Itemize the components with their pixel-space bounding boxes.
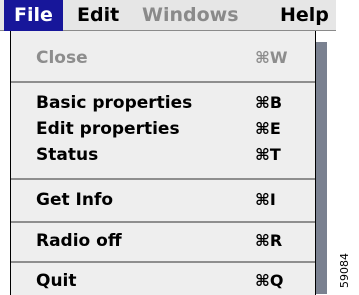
- menu-file[interactable]: File: [4, 0, 63, 31]
- menu-item-basic-properties[interactable]: Basic properties ⌘B: [11, 89, 315, 117]
- menu-edit[interactable]: Edit: [77, 0, 119, 31]
- menu-item-label: Edit properties: [36, 119, 180, 139]
- menu-item-label: Radio off: [36, 231, 122, 251]
- menu-item-shortcut: ⌘B: [255, 93, 283, 112]
- figure-number-text: 59084: [338, 253, 351, 288]
- menu-item-shortcut: ⌘Q: [255, 271, 284, 290]
- menu-item-label: Status: [36, 145, 99, 165]
- menu-item-label: Basic properties: [36, 93, 193, 113]
- menu-windows[interactable]: Windows: [142, 0, 239, 31]
- file-menu-dropdown: Close ⌘W Basic properties ⌘B Edit proper…: [10, 31, 316, 295]
- menu-item-shortcut: ⌘W: [255, 48, 288, 67]
- menu-item-shortcut: ⌘I: [255, 190, 276, 209]
- menu-item-shortcut: ⌘R: [255, 231, 283, 250]
- menu-help[interactable]: Help: [280, 0, 329, 31]
- menu-item-get-info[interactable]: Get Info ⌘I: [11, 186, 315, 214]
- menu-separator: [11, 221, 315, 223]
- menu-item-shortcut: ⌘E: [255, 119, 281, 138]
- menu-item-shortcut: ⌘T: [255, 145, 281, 164]
- menu-item-radio-off[interactable]: Radio off ⌘R: [11, 227, 315, 255]
- menu-item-quit[interactable]: Quit ⌘Q: [11, 267, 315, 295]
- menu-item-label: Get Info: [36, 190, 114, 210]
- menu-item-label: Close: [36, 48, 88, 68]
- menu-item-status[interactable]: Status ⌘T: [11, 141, 315, 169]
- menu-item-edit-properties[interactable]: Edit properties ⌘E: [11, 115, 315, 143]
- figure-number: 59084: [336, 248, 352, 288]
- menu-separator: [11, 178, 315, 180]
- menu-separator: [11, 261, 315, 263]
- menu-bar: File Edit Windows Help: [0, 0, 336, 31]
- menu-separator: [11, 81, 315, 83]
- menu-shadow: [316, 42, 327, 294]
- menu-item-close[interactable]: Close ⌘W: [11, 44, 315, 72]
- menu-item-label: Quit: [36, 271, 77, 291]
